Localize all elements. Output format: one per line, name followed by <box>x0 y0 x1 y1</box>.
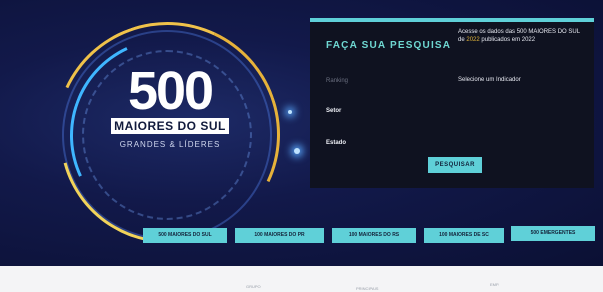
search-button[interactable]: PESQUISAR <box>428 157 482 173</box>
ranking-field[interactable]: Ranking <box>326 78 348 84</box>
rank-button-rs[interactable]: 100 MAIORES DO RS <box>332 228 416 243</box>
logo-number: 500 <box>127 61 214 121</box>
indicator-select[interactable]: Selecione um Indicador <box>458 77 521 83</box>
state-field[interactable]: Estado <box>326 140 346 146</box>
panel-note: Acesse os dados das 500 MAIORES DO SUL d… <box>458 28 586 44</box>
search-panel: FAÇA SUA PESQUISA Acesse os dados das 50… <box>310 18 594 188</box>
hero-banner: 500 MAIORES DO SUL GRANDES & LÍDERES FAÇ… <box>0 0 603 266</box>
spark-light <box>288 110 292 114</box>
spark-light <box>294 148 300 154</box>
rank-button-sc[interactable]: 100 MAIORES DE SC <box>424 228 504 243</box>
rank-button-pr[interactable]: 100 MAIORES DO PR <box>235 228 324 243</box>
panel-title: FAÇA SUA PESQUISA <box>326 40 452 51</box>
note-year: 2022 <box>466 37 480 43</box>
logo-band: MAIORES DO SUL <box>111 118 229 134</box>
lower-label: GRUPO <box>246 284 261 289</box>
rank-button-row: 500 MAIORES DO SUL 100 MAIORES DO PR 100… <box>0 226 603 244</box>
rank-button-emergentes[interactable]: 500 EMERGENTES <box>511 226 595 241</box>
lower-section: GRUPO PRINCIPAIS EMP. <box>0 266 603 292</box>
note-suffix: publicados em 2022 <box>481 37 536 43</box>
logo-subtitle: GRANDES & LÍDERES <box>119 140 221 149</box>
lower-label: EMP. <box>490 282 500 287</box>
sector-field[interactable]: Setor <box>326 108 341 114</box>
lower-label: PRINCIPAIS <box>356 286 379 291</box>
rank-button-500-sul[interactable]: 500 MAIORES DO SUL <box>143 228 227 243</box>
logo-500-maiores-do-sul[interactable]: 500 MAIORES DO SUL GRANDES & LÍDERES <box>104 61 236 149</box>
